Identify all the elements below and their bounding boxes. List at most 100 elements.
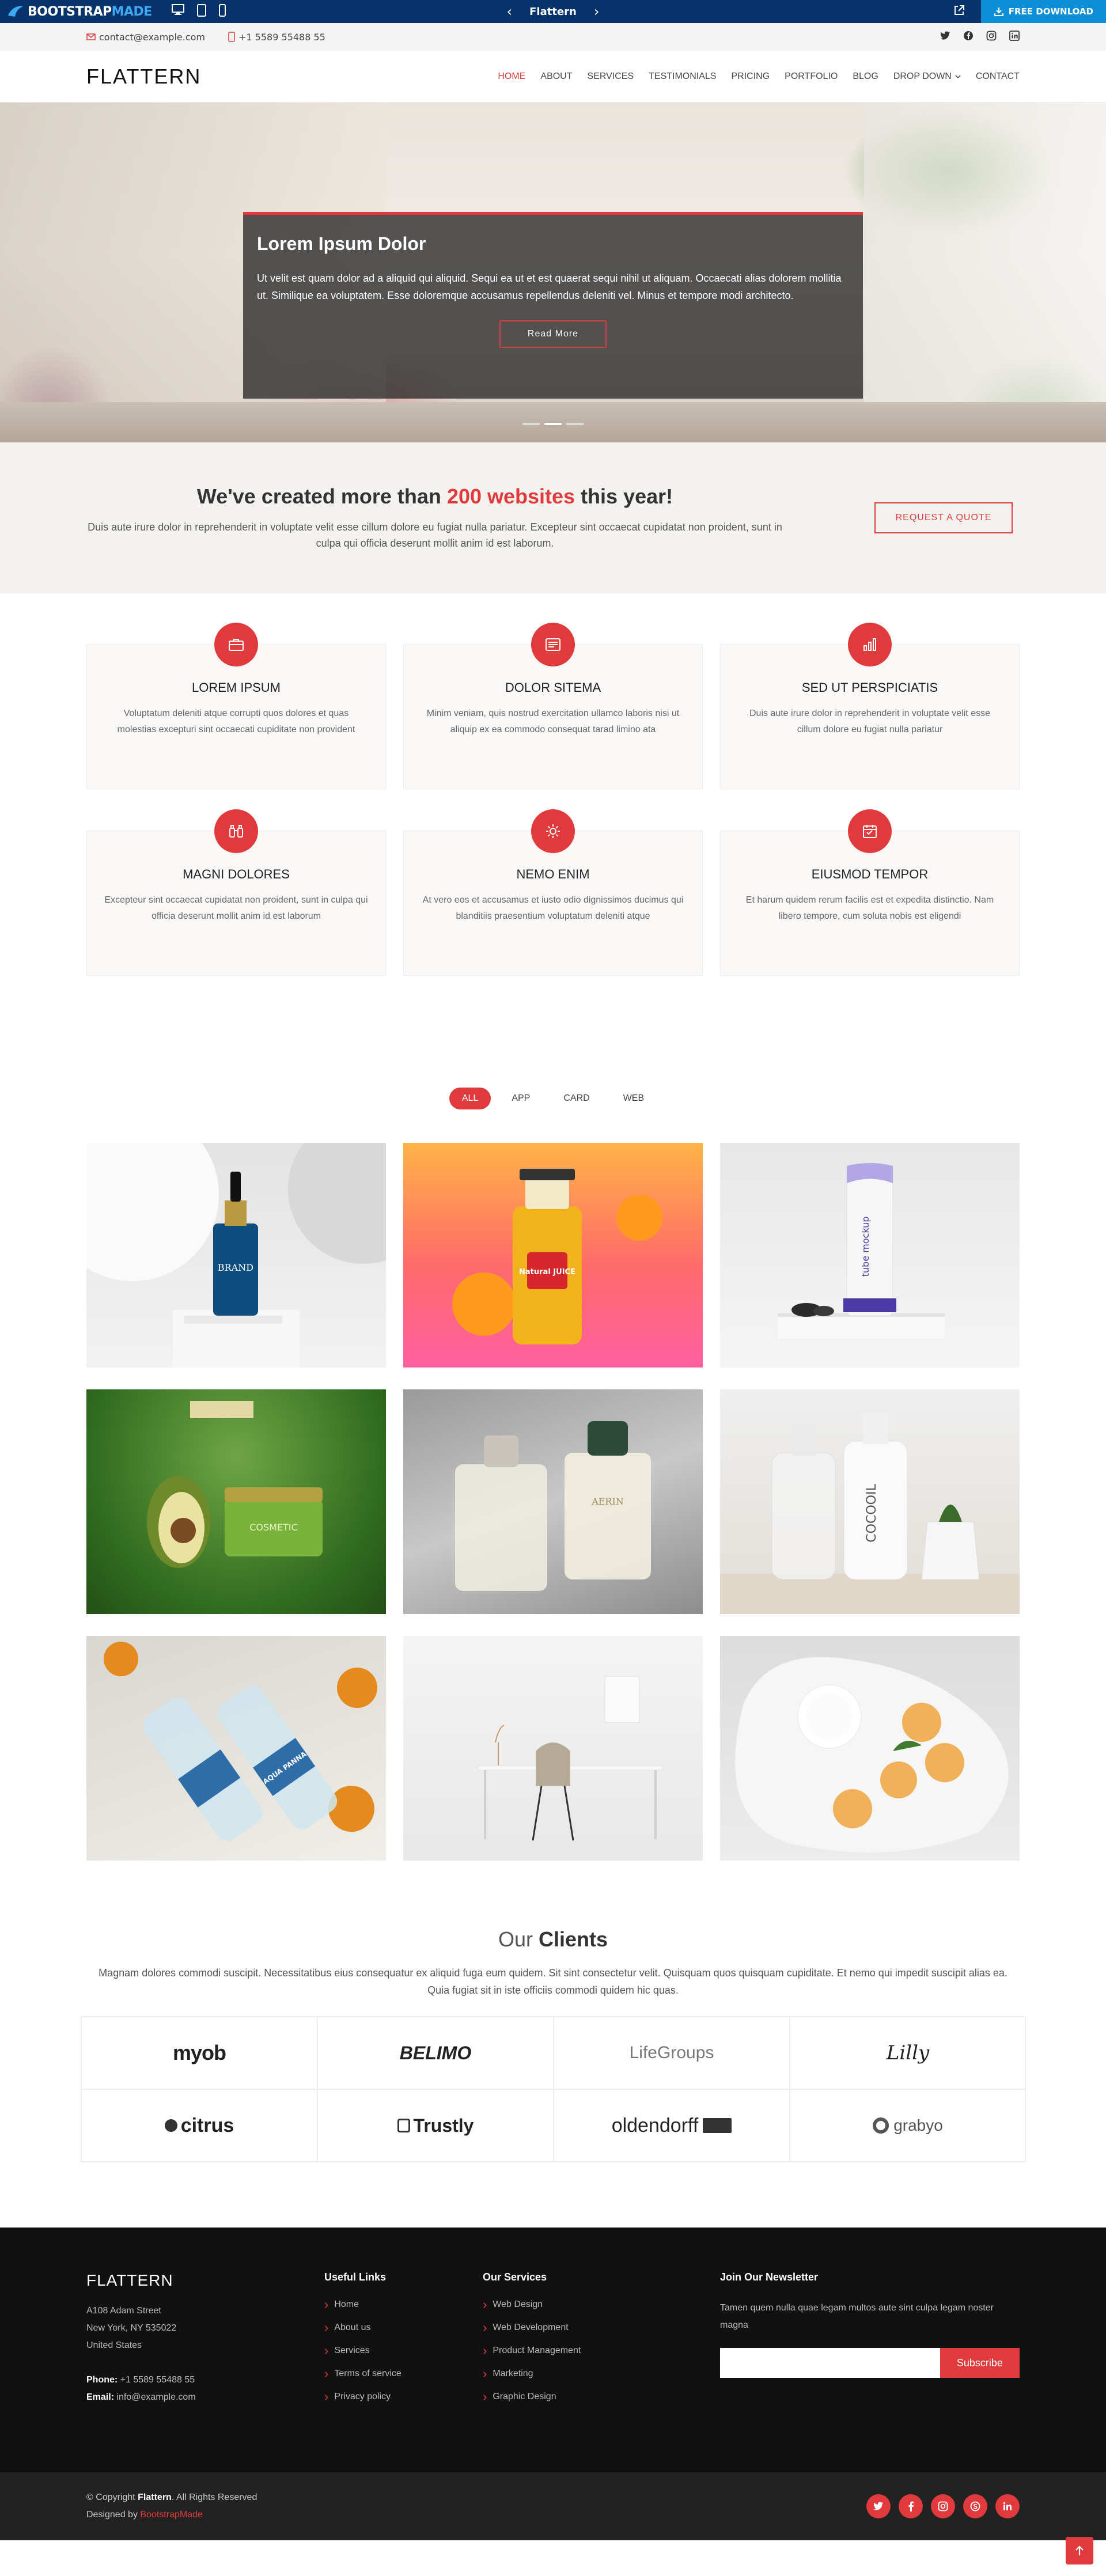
newsletter-title: Join Our Newsletter	[720, 2271, 819, 2283]
portfolio-item[interactable]: COCOOIL	[720, 1389, 1020, 1614]
nav-testimonials[interactable]: TESTIMONIALS	[641, 71, 724, 82]
footer-phone: +1 5589 55488 55	[118, 2375, 195, 2385]
footer-email[interactable]: info@example.com	[114, 2392, 195, 2402]
read-more-button[interactable]: Read More	[499, 320, 607, 348]
linkedin-icon[interactable]	[995, 2494, 1020, 2518]
portfolio-item[interactable]: AQUA PANNA	[86, 1636, 386, 1861]
subscribe-button[interactable]: Subscribe	[940, 2348, 1020, 2378]
footer-service-graphic[interactable]: Graphic Design	[483, 2392, 720, 2402]
nav-dropdown[interactable]: DROP DOWN	[886, 71, 968, 82]
carousel-dot[interactable]	[522, 423, 540, 425]
facebook-icon[interactable]	[899, 2494, 923, 2518]
portfolio-item[interactable]: COSMETIC	[86, 1389, 386, 1614]
service-card: DOLOR SITEMA Minim veniam, quis nostrud …	[403, 623, 703, 789]
service-title[interactable]: DOLOR SITEMA	[404, 680, 702, 695]
client-logo-lilly[interactable]: Lilly	[790, 2017, 1026, 2089]
footer-link-about[interactable]: About us	[324, 2323, 483, 2333]
client-logo-text: LifeGroups	[629, 2043, 714, 2062]
designed-by-label: Designed by	[86, 2510, 141, 2520]
footer-service-web-dev[interactable]: Web Development	[483, 2323, 720, 2333]
mobile-icon[interactable]	[218, 4, 226, 19]
bootstrapmade-logo[interactable]: BOOTSTRAP MADE	[0, 4, 152, 19]
carousel-dot[interactable]	[566, 423, 584, 425]
clients-text: Magnam dolores commodi suscipit. Necessi…	[99, 1967, 1007, 1996]
external-link-icon[interactable]	[953, 5, 965, 18]
service-card: NEMO ENIM At vero eos et accusamus et iu…	[403, 809, 703, 976]
cosmetic-tube-image: tube mockup	[778, 1163, 945, 1339]
filter-app[interactable]: APP	[499, 1088, 543, 1109]
nav-services[interactable]: SERVICES	[580, 71, 642, 82]
footer-brand: FLATTERN	[86, 2271, 173, 2289]
carousel-dot-active[interactable]	[544, 423, 562, 425]
client-logo-text: Lilly	[886, 2041, 930, 2064]
footer-link-terms[interactable]: Terms of service	[324, 2369, 483, 2379]
footer-service-product[interactable]: Product Management	[483, 2346, 720, 2356]
nav-blog[interactable]: BLOG	[845, 71, 885, 82]
client-logo-grabyo[interactable]: grabyo	[790, 2089, 1026, 2162]
client-logo-myob[interactable]: myob	[81, 2017, 317, 2089]
free-download-button[interactable]: FREE DOWNLOAD	[980, 0, 1106, 23]
nav-about[interactable]: ABOUT	[533, 71, 579, 82]
nav-pricing[interactable]: PRICING	[724, 71, 778, 82]
service-card: MAGNI DOLORES Excepteur sint occaecat cu…	[86, 809, 386, 976]
footer-link-privacy[interactable]: Privacy policy	[324, 2392, 483, 2402]
filter-all[interactable]: ALL	[449, 1088, 491, 1109]
footer-bottom: © Copyright Flattern. All Rights Reserve…	[0, 2472, 1106, 2564]
footer-link-home[interactable]: Home	[324, 2300, 483, 2310]
nav-home[interactable]: HOME	[490, 71, 533, 82]
service-title[interactable]: MAGNI DOLORES	[87, 867, 385, 882]
request-quote-button[interactable]: REQUEST A QUOTE	[874, 502, 1013, 533]
filter-card[interactable]: CARD	[551, 1088, 602, 1109]
clients-title-bold: Clients	[538, 1927, 608, 1951]
filter-web[interactable]: WEB	[611, 1088, 657, 1109]
instagram-icon[interactable]	[986, 31, 997, 43]
facebook-icon[interactable]	[963, 31, 974, 43]
portfolio-item[interactable]	[403, 1636, 703, 1861]
client-logo-oldendorff[interactable]: oldendorff	[554, 2089, 790, 2162]
service-card: LOREM IPSUM Voluptatum deleniti atque co…	[86, 623, 386, 789]
portfolio-item[interactable]: Natural JUICE	[403, 1143, 703, 1367]
footer-contact: FLATTERN A108 Adam Street New York, NY 5…	[86, 2271, 324, 2415]
nav-portfolio[interactable]: PORTFOLIO	[777, 71, 845, 82]
client-logo-lifegroups[interactable]: LifeGroups	[554, 2017, 790, 2089]
instagram-icon[interactable]	[931, 2494, 955, 2518]
portfolio-item[interactable]: tube mockup	[720, 1143, 1020, 1367]
nav-contact[interactable]: CONTACT	[968, 71, 1020, 82]
twitter-icon[interactable]	[866, 2494, 891, 2518]
site-logo[interactable]: FLATTERN	[86, 65, 201, 89]
chevron-right-icon[interactable]: ›	[594, 3, 600, 20]
footer-service-web-design[interactable]: Web Design	[483, 2300, 720, 2310]
newsletter-email-input[interactable]	[720, 2348, 940, 2378]
client-logo-citrus[interactable]: citrus	[81, 2089, 317, 2162]
clients-title-light: Our	[498, 1927, 539, 1951]
services-section: LOREM IPSUM Voluptatum deleniti atque co…	[0, 593, 1106, 1054]
service-title[interactable]: NEMO ENIM	[404, 867, 702, 882]
client-logo-belimo[interactable]: BELIMO	[317, 2017, 554, 2089]
skype-icon[interactable]	[963, 2494, 987, 2518]
chevron-left-icon[interactable]: ‹	[507, 3, 513, 20]
portfolio-item[interactable]	[720, 1636, 1020, 1861]
cta-title-pre: We've created more than	[196, 484, 447, 508]
service-title[interactable]: SED UT PERSPICIATIS	[721, 680, 1019, 695]
contact-email[interactable]: contact@example.com	[99, 32, 205, 43]
footer-service-marketing[interactable]: Marketing	[483, 2369, 720, 2379]
desktop-icon[interactable]	[171, 4, 184, 19]
designer-link[interactable]: BootstrapMade	[140, 2510, 203, 2520]
service-title[interactable]: EIUSMOD TEMPOR	[721, 867, 1019, 882]
chevron-down-icon	[955, 75, 961, 79]
portfolio-item[interactable]: BRAND	[86, 1143, 386, 1367]
clients-section: Our Clients Magnam dolores commodi susci…	[0, 1924, 1106, 2228]
footer-link-services[interactable]: Services	[324, 2346, 483, 2356]
portfolio-item[interactable]: AERIN	[403, 1389, 703, 1614]
topbar: contact@example.com +1 5589 55488 55	[0, 23, 1106, 51]
copyright-pre: © Copyright	[86, 2492, 138, 2502]
brand-primary: BOOTSTRAP	[28, 4, 112, 19]
service-text: Duis aute irure dolor in reprehenderit i…	[749, 709, 990, 734]
cta-text: Duis aute irure dolor in reprehenderit i…	[88, 521, 782, 549]
tablet-icon[interactable]	[196, 4, 206, 19]
back-to-top-button[interactable]	[1066, 2537, 1093, 2564]
service-title[interactable]: LOREM IPSUM	[87, 680, 385, 695]
twitter-icon[interactable]	[940, 31, 950, 43]
linkedin-icon[interactable]	[1009, 31, 1020, 43]
client-logo-trustly[interactable]: Trustly	[317, 2089, 554, 2162]
